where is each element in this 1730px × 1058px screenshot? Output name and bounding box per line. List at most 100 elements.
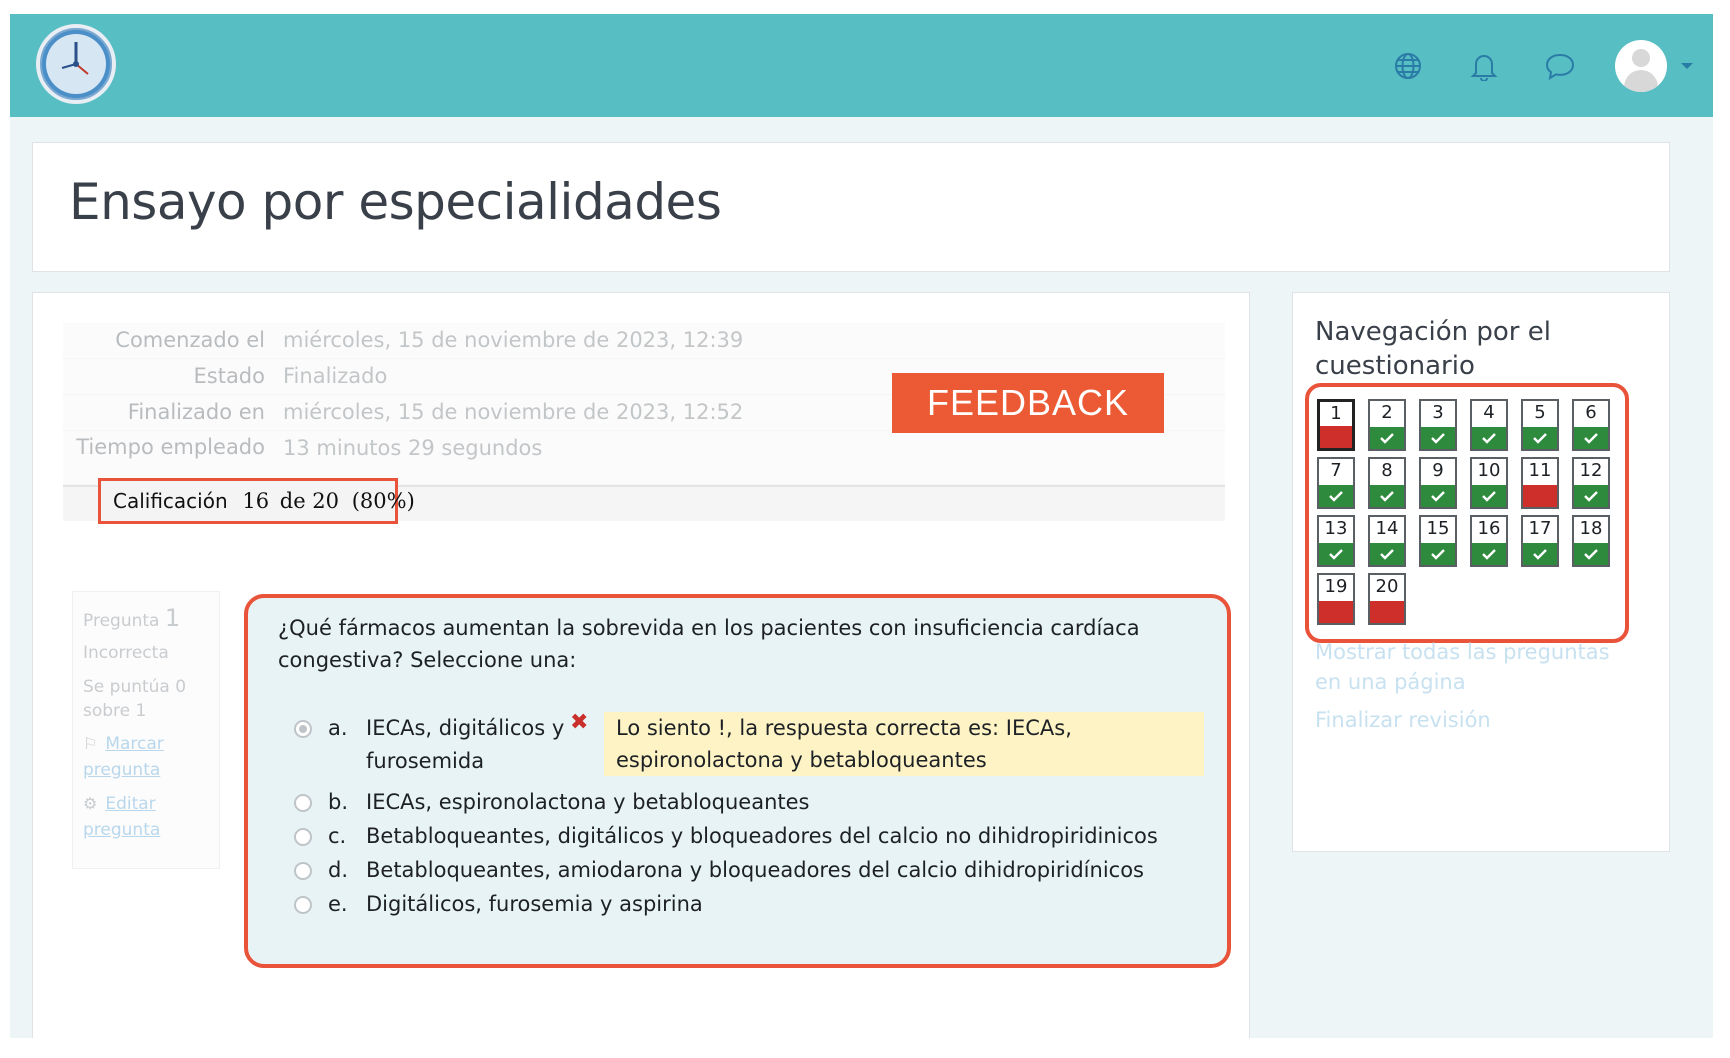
globe-icon[interactable] <box>1391 49 1425 83</box>
question-nav-number: 12 <box>1579 460 1603 481</box>
question-nav-button[interactable]: 16 <box>1470 515 1508 567</box>
question-nav-number: 1 <box>1330 403 1342 424</box>
navbar-icons <box>1349 14 1693 117</box>
answer-option-c[interactable]: c. Betabloqueantes, digitálicos y bloque… <box>294 820 1158 853</box>
option-letter: d. <box>328 858 349 882</box>
bottom-margin <box>0 1038 1730 1058</box>
flag-question-link-line-2[interactable]: pregunta <box>83 760 160 780</box>
question-nav-button[interactable]: 15 <box>1419 515 1457 567</box>
radio-option-a[interactable] <box>294 720 312 738</box>
question-nav-number: 10 <box>1477 460 1501 481</box>
option-letter: e. <box>328 892 348 916</box>
question-nav-number: 15 <box>1426 518 1450 539</box>
question-nav-button[interactable]: 7 <box>1317 457 1355 509</box>
question-nav-button[interactable]: 6 <box>1572 399 1610 451</box>
question-nav-button[interactable]: 4 <box>1470 399 1508 451</box>
option-text: IECAs, digitálicos y furosemida <box>366 716 565 773</box>
check-icon <box>1472 543 1506 565</box>
edit-question-link-line-2[interactable]: pregunta <box>83 820 160 840</box>
answer-option-b[interactable]: b. IECAs, espironolactona y betabloquean… <box>294 786 809 819</box>
check-icon <box>1370 485 1404 507</box>
page-frame: Ensayo por especialidades Comenzado el m… <box>10 14 1713 1052</box>
bell-icon[interactable] <box>1467 49 1501 83</box>
question-nav-number: 5 <box>1534 402 1546 423</box>
user-menu-chevron-down-icon[interactable] <box>1681 62 1693 69</box>
option-text: IECAs, espironolactona y betabloqueantes <box>366 790 810 814</box>
check-icon <box>1319 485 1353 507</box>
radio-option-d[interactable] <box>294 862 312 880</box>
grade-percent: (80%) <box>351 489 415 513</box>
question-nav-button[interactable]: 18 <box>1572 515 1610 567</box>
question-nav-button[interactable]: 13 <box>1317 515 1355 567</box>
show-all-questions-link[interactable]: Mostrar todas las preguntas en una págin… <box>1315 637 1610 697</box>
edit-question-link[interactable]: Editar <box>105 794 155 814</box>
radio-option-c[interactable] <box>294 828 312 846</box>
top-navbar <box>10 14 1713 117</box>
incorrect-state-bar <box>1370 601 1404 623</box>
page-header: Ensayo por especialidades <box>32 142 1670 272</box>
question-info-panel: Pregunta 1 Incorrecta Se puntúa 0 sobre … <box>72 591 220 869</box>
question-nav-button[interactable]: 1 <box>1317 399 1355 451</box>
question-nav-button[interactable]: 9 <box>1419 457 1457 509</box>
answer-option-a[interactable]: a. IECAs, digitálicos y furosemida <box>294 712 564 778</box>
incorrect-x-icon: ✖ <box>570 710 589 735</box>
question-nav-number: 9 <box>1432 460 1444 481</box>
option-text: Betabloqueantes, amiodarona y bloqueador… <box>366 858 1144 882</box>
question-nav-button[interactable]: 8 <box>1368 457 1406 509</box>
option-letter: b. <box>328 790 349 814</box>
check-icon <box>1574 543 1608 565</box>
incorrect-state-bar <box>1319 601 1353 623</box>
question-nav-button[interactable]: 11 <box>1521 457 1559 509</box>
finish-review-link[interactable]: Finalizar revisión <box>1315 705 1491 735</box>
question-nav-number: 6 <box>1585 402 1597 423</box>
quiz-navigation-title: Navegación por el cuestionario <box>1315 317 1551 381</box>
question-box: ¿Qué fármacos aumentan la sobrevida en l… <box>244 594 1231 968</box>
check-icon <box>1574 427 1608 449</box>
quiz-navigation-block: Navegación por el cuestionario 123456789… <box>1292 292 1670 852</box>
option-text: Betabloqueantes, digitálicos y bloqueado… <box>366 824 1158 848</box>
question-nav-number: 20 <box>1375 576 1399 597</box>
incorrect-state-bar <box>1320 426 1352 448</box>
option-letter: a. <box>328 716 348 740</box>
question-nav-number: 17 <box>1528 518 1552 539</box>
check-icon <box>1319 543 1353 565</box>
question-nav-button[interactable]: 20 <box>1368 573 1406 625</box>
option-letter: c. <box>328 824 347 848</box>
question-status: Incorrecta <box>83 643 169 663</box>
radio-option-e[interactable] <box>294 896 312 914</box>
question-nav-button[interactable]: 2 <box>1368 399 1406 451</box>
question-nav-number: 19 <box>1324 576 1348 597</box>
question-nav-button[interactable]: 19 <box>1317 573 1355 625</box>
answer-option-d[interactable]: d. Betabloqueantes, amiodarona y bloquea… <box>294 854 1144 887</box>
check-icon <box>1574 485 1608 507</box>
option-text: Digitálicos, furosemia y aspirina <box>366 892 703 916</box>
summary-row-time-taken: Tiempo empleado 13 minutos 29 segundos <box>63 431 1225 485</box>
question-nav-grid: 1 2 3 4 5 6 7 8 9 10 11 12 13 14 15 16 17 18 19 20 <box>1305 383 1629 643</box>
answer-feedback: Lo siento !, la respuesta correcta es: I… <box>604 712 1204 776</box>
question-nav-number: 8 <box>1381 460 1393 481</box>
question-nav-number: 13 <box>1324 518 1348 539</box>
radio-option-b[interactable] <box>294 794 312 812</box>
flag-question-link[interactable]: Marcar <box>105 734 163 754</box>
question-nav-button[interactable]: 12 <box>1572 457 1610 509</box>
gear-icon: ⚙ <box>83 794 98 813</box>
question-nav-number: 4 <box>1483 402 1495 423</box>
question-nav-button[interactable]: 3 <box>1419 399 1457 451</box>
check-icon <box>1370 543 1404 565</box>
question-nav-button[interactable]: 10 <box>1470 457 1508 509</box>
question-nav-number: 16 <box>1477 518 1501 539</box>
grade-score: 16 <box>242 489 270 513</box>
answer-option-e[interactable]: e. Digitálicos, furosemia y aspirina <box>294 888 703 921</box>
grade-total: de 20 <box>279 489 340 513</box>
question-nav-button[interactable]: 14 <box>1368 515 1406 567</box>
check-icon <box>1421 485 1455 507</box>
question-nav-number: 3 <box>1432 402 1444 423</box>
question-nav-button[interactable]: 5 <box>1521 399 1559 451</box>
chat-icon[interactable] <box>1543 49 1577 83</box>
user-avatar[interactable] <box>1615 39 1667 92</box>
question-nav-number: 2 <box>1381 402 1393 423</box>
site-logo-clock-icon[interactable] <box>36 24 116 104</box>
question-nav-button[interactable]: 17 <box>1521 515 1559 567</box>
question-nav-number: 14 <box>1375 518 1399 539</box>
check-icon <box>1421 543 1455 565</box>
